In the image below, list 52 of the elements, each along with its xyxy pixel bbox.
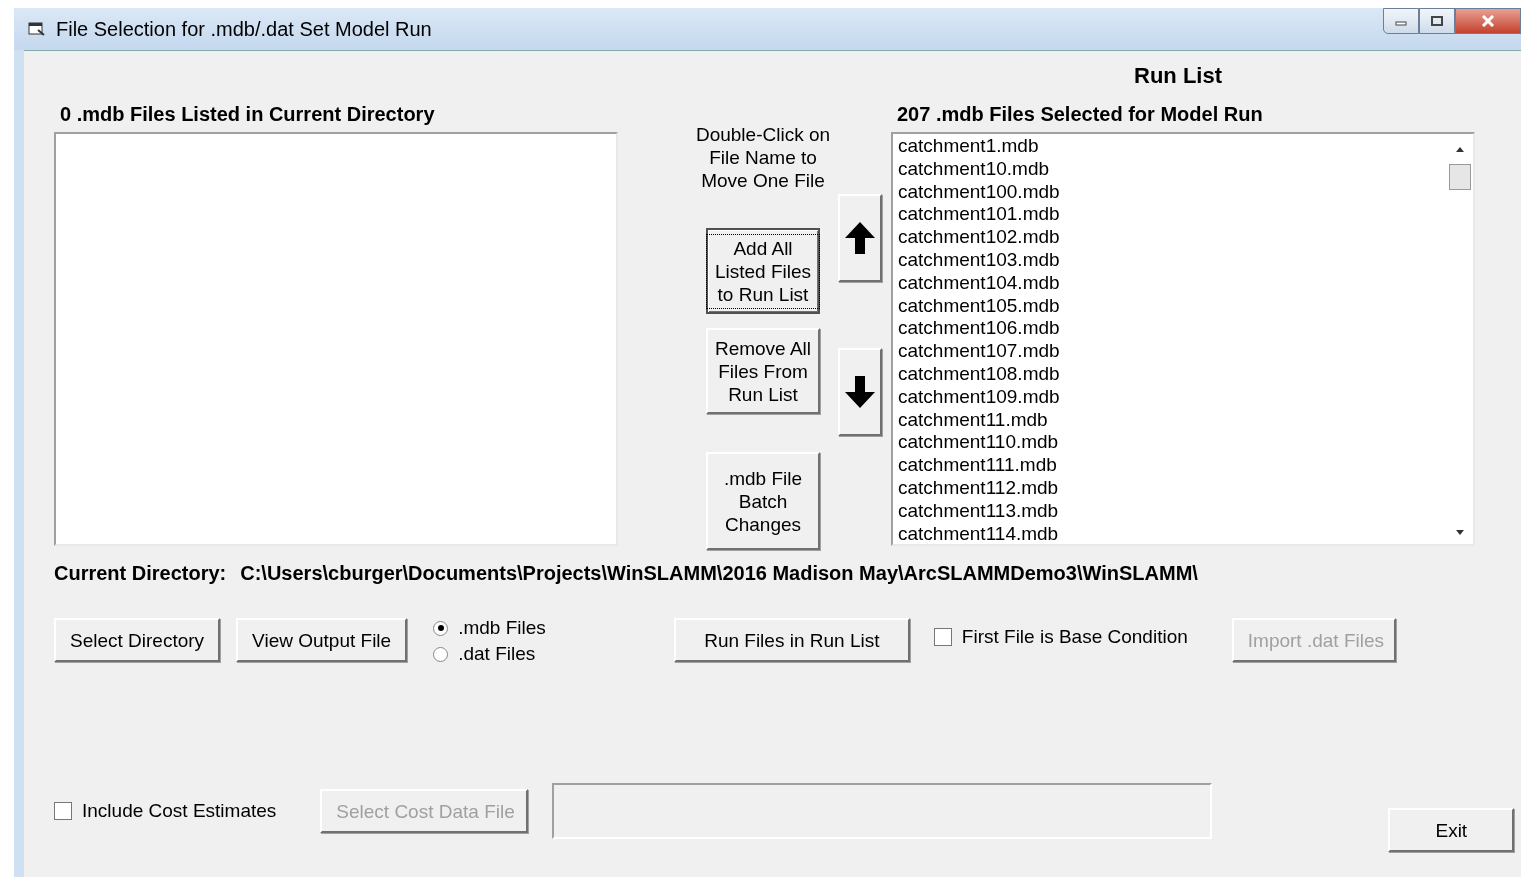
radio-button[interactable] (433, 620, 449, 636)
list-item[interactable]: catchment10.mdb (898, 157, 1442, 181)
list-item[interactable]: catchment110.mdb (898, 431, 1442, 455)
action-button[interactable]: Run Files in Run List (673, 618, 910, 662)
minimize-button[interactable] (1383, 8, 1419, 34)
checkbox[interactable] (54, 802, 72, 820)
list-item[interactable]: catchment100.mdb (898, 180, 1442, 204)
window-title: File Selection for .mdb/.dat Set Model Run (56, 17, 432, 41)
list-item[interactable]: catchment107.mdb (898, 340, 1442, 363)
checkbox-option[interactable]: Include Cost Estimates (54, 800, 277, 822)
run-listbox[interactable] (891, 132, 1475, 546)
maximize-icon (1431, 16, 1443, 26)
action-button[interactable]: View Output File (236, 618, 408, 662)
move-up-button[interactable] (838, 194, 882, 282)
scroll-thumb[interactable] (1449, 164, 1471, 190)
checkbox-option[interactable]: First File is Base Condition (933, 626, 1188, 648)
list-item[interactable]: catchment109.mdb (898, 385, 1442, 409)
action-button[interactable]: Remove All Files From Run List (706, 328, 820, 414)
run-list-title: Run List (1133, 63, 1223, 90)
directory-path: C:\Users\cburger\Documents\Projects\WinSLAMM\2016 Madison May\ArcSLAMMDemo3\WinSLAMM\ (240, 562, 1198, 586)
list-item[interactable]: catchment11.mdb (898, 408, 1442, 432)
list-item[interactable]: catchment114.mdb (898, 522, 1442, 544)
window-icon (28, 21, 46, 37)
list-item[interactable]: catchment113.mdb (898, 499, 1442, 523)
list-item[interactable]: catchment111.mdb (898, 454, 1442, 477)
move-down-button[interactable] (838, 348, 882, 436)
list-item[interactable]: catchment104.mdb (898, 271, 1442, 295)
list-item[interactable]: catchment1.mdb (898, 135, 1442, 158)
arrow-down-icon (843, 374, 877, 410)
list-item[interactable]: catchment101.mdb (898, 203, 1442, 227)
list-item[interactable]: catchment106.mdb (898, 317, 1442, 341)
list-item[interactable]: catchment112.mdb (898, 476, 1442, 500)
action-button[interactable]: Add All Listed Files to Run List (706, 228, 820, 314)
action-button[interactable]: .mdb File Batch Changes (706, 452, 820, 550)
list-heading: 207 .mdb Files Selected for Model Run (897, 103, 1264, 127)
directory-label: Current Directory: (54, 562, 227, 586)
exit-button[interactable]: Exit (1388, 808, 1515, 852)
close-button[interactable] (1455, 8, 1521, 34)
maximize-button[interactable] (1419, 8, 1455, 34)
checkbox[interactable] (933, 628, 952, 646)
radio-option[interactable]: .mdb Files (433, 617, 546, 639)
radio-button[interactable] (433, 646, 449, 662)
list-item[interactable]: catchment105.mdb (898, 294, 1442, 318)
close-icon (1481, 15, 1495, 27)
list-item[interactable]: catchment103.mdb (898, 249, 1442, 272)
list-item[interactable]: catchment108.mdb (898, 362, 1442, 386)
list-heading: 0 .mdb Files Listed in Current Directory (60, 103, 436, 127)
instruction-text: Double-Click on File Name to Move One File (694, 123, 832, 192)
list-item[interactable]: catchment102.mdb (898, 226, 1442, 249)
radio-option[interactable]: .dat Files (433, 643, 546, 665)
arrow-up-icon (843, 220, 877, 256)
action-button[interactable]: Select Directory (54, 618, 221, 662)
